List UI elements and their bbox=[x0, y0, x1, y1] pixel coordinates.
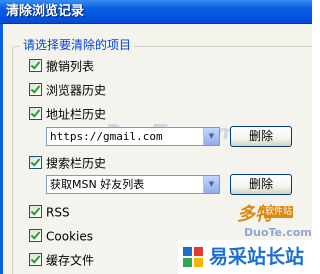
duote-domain-watermark: DuoTe.com bbox=[244, 226, 312, 239]
address-bar-history-label: 地址栏历史 bbox=[46, 107, 107, 122]
search-history-combo[interactable]: 获取MSN 好友列表 ▼ bbox=[46, 175, 220, 194]
site-watermark: 易采站长站 bbox=[178, 240, 312, 274]
browser-history-checkbox[interactable] bbox=[29, 83, 42, 96]
window-title: 清除浏览记录 bbox=[6, 4, 85, 19]
cache-files-label: 缓存文件 bbox=[46, 253, 95, 268]
rss-row[interactable]: RSS bbox=[29, 204, 70, 220]
undo-list-checkbox[interactable] bbox=[29, 59, 42, 72]
address-history-value: https://gmail.com bbox=[50, 130, 163, 143]
browser-history-row[interactable]: 浏览器历史 bbox=[29, 82, 106, 98]
site-watermark-text: 易采站长站 bbox=[209, 246, 305, 268]
cookies-label: Cookies bbox=[46, 229, 93, 244]
delete-search-button[interactable]: 删除 bbox=[230, 174, 292, 195]
rss-checkbox[interactable] bbox=[29, 205, 42, 218]
duote-sub-watermark: 软件站 bbox=[264, 206, 294, 218]
address-bar-history-checkbox[interactable] bbox=[29, 107, 42, 120]
search-bar-history-label: 搜索栏历史 bbox=[46, 156, 107, 171]
search-history-value: 获取MSN 好友列表 bbox=[50, 178, 145, 191]
cookies-row[interactable]: Cookies bbox=[29, 228, 93, 244]
delete-address-button[interactable]: 删除 bbox=[230, 126, 292, 147]
cache-files-row[interactable]: 缓存文件 bbox=[29, 252, 94, 268]
undo-list-row[interactable]: 撤销列表 bbox=[29, 58, 94, 74]
site-logo-icon bbox=[181, 245, 205, 269]
cookies-checkbox[interactable] bbox=[29, 229, 42, 242]
cache-files-checkbox[interactable] bbox=[29, 253, 42, 266]
rss-label: RSS bbox=[46, 205, 70, 220]
chevron-down-icon[interactable]: ▼ bbox=[203, 176, 219, 193]
clear-browsing-history-dialog: 清除浏览记录 请选择要清除的项目 DuoTe.com 撤销列表 浏览器历史 地址… bbox=[0, 0, 312, 274]
address-history-combo[interactable]: https://gmail.com ▼ bbox=[46, 127, 220, 146]
group-legend: 请选择要清除的项目 bbox=[20, 37, 135, 53]
chevron-down-icon[interactable]: ▼ bbox=[203, 128, 219, 145]
browser-history-label: 浏览器历史 bbox=[46, 83, 107, 98]
search-bar-history-checkbox[interactable] bbox=[29, 156, 42, 169]
title-bar[interactable]: 清除浏览记录 bbox=[0, 0, 312, 24]
address-bar-history-row[interactable]: 地址栏历史 bbox=[29, 106, 106, 122]
undo-list-label: 撤销列表 bbox=[46, 59, 95, 74]
search-bar-history-row[interactable]: 搜索栏历史 bbox=[29, 155, 106, 171]
